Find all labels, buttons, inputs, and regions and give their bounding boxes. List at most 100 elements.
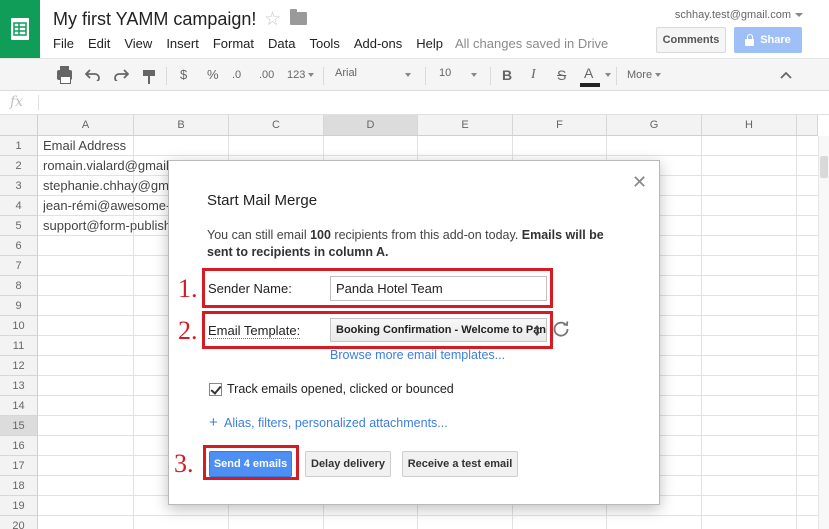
text-color-dropdown[interactable] [602, 66, 611, 82]
row-header[interactable]: 2 [0, 156, 38, 176]
row-header[interactable]: 14 [0, 396, 38, 416]
row-header[interactable]: 15 [0, 416, 38, 436]
column-header-e[interactable]: E [418, 115, 513, 136]
row-header[interactable]: 4 [0, 196, 38, 216]
browse-templates-link[interactable]: Browse more email templates... [330, 348, 505, 362]
font-family-value: Arial [335, 67, 358, 79]
gridline [701, 136, 702, 529]
more-formats-button[interactable]: 123 [287, 67, 315, 83]
row-header[interactable]: 13 [0, 376, 38, 396]
menu-insert[interactable]: Insert [159, 36, 206, 52]
track-emails-label[interactable]: Track emails opened, clicked or bounced [227, 382, 454, 396]
column-header-h[interactable]: H [702, 115, 797, 136]
account-email[interactable]: schhay.test@gmail.com [675, 9, 791, 21]
info-middle: recipients from this add-on today. [330, 228, 522, 242]
email-template-select[interactable]: Booking Confirmation - Welcome to Panda … [330, 318, 547, 342]
row-header[interactable]: 18 [0, 476, 38, 496]
spreadsheet-app: My first YAMM campaign! ☆ File Edit View… [0, 0, 829, 529]
redo-icon[interactable] [113, 69, 129, 81]
cell-a2[interactable]: romain.vialard@gmail.c [43, 156, 168, 176]
column-header-b[interactable]: B [134, 115, 229, 136]
row-header[interactable]: 1 [0, 136, 38, 156]
percent-format-button[interactable]: % [207, 67, 219, 83]
plus-icon[interactable]: + [209, 415, 218, 430]
row-header[interactable]: 11 [0, 336, 38, 356]
menu-add-ons[interactable]: Add-ons [347, 36, 409, 52]
row-header[interactable]: 7 [0, 256, 38, 276]
menu-file[interactable]: File [46, 36, 81, 52]
folder-icon[interactable] [290, 9, 307, 25]
cell-a5[interactable]: support@form-publishe [43, 216, 168, 236]
row-header[interactable]: 5 [0, 216, 38, 236]
strikethrough-button[interactable]: S [557, 67, 566, 83]
undo-icon[interactable] [85, 69, 101, 81]
sheets-logo-icon [11, 18, 29, 40]
send-emails-button[interactable]: Send 4 emails [209, 451, 292, 477]
step-1-marker: 1. [178, 274, 198, 303]
test-email-button[interactable]: Receive a test email [402, 451, 518, 477]
cell-a1[interactable]: Email Address [43, 136, 233, 156]
refresh-icon[interactable] [551, 319, 571, 339]
row-header[interactable]: 20 [0, 516, 38, 529]
more-button[interactable]: More [627, 67, 662, 83]
delay-delivery-button[interactable]: Delay delivery [305, 451, 391, 477]
row-header[interactable]: 6 [0, 236, 38, 256]
share-label: Share [760, 34, 791, 46]
bold-button[interactable]: B [502, 67, 512, 83]
font-size-select[interactable]: 10 [439, 67, 477, 79]
comments-button[interactable]: Comments [656, 27, 726, 53]
menu-data[interactable]: Data [261, 36, 302, 52]
column-header-partial[interactable] [797, 115, 818, 136]
save-status: All changes saved in Drive [455, 36, 609, 51]
menu-edit[interactable]: Edit [81, 36, 117, 52]
info-count: 100 [310, 228, 331, 242]
chevron-up-icon[interactable] [780, 71, 792, 79]
paint-format-icon[interactable] [143, 70, 155, 84]
menu-tools[interactable]: Tools [302, 36, 346, 52]
text-color-button[interactable]: A [584, 65, 593, 81]
row-header[interactable]: 3 [0, 176, 38, 196]
row-header[interactable]: 16 [0, 436, 38, 456]
menu-format[interactable]: Format [206, 36, 261, 52]
increase-decimals-button[interactable]: .00 [259, 67, 274, 83]
close-icon[interactable]: ✕ [632, 173, 647, 191]
column-header-a[interactable]: A [38, 115, 134, 136]
row-header[interactable]: 8 [0, 276, 38, 296]
cell-a3[interactable]: stephanie.chhay@gma [43, 176, 168, 196]
account-chevron-down-icon[interactable] [795, 13, 803, 17]
italic-button[interactable]: I [531, 67, 536, 83]
currency-format-button[interactable]: $ [180, 67, 187, 83]
cell-a4[interactable]: jean-rémi@awesome-t [43, 196, 168, 216]
row-header[interactable]: 10 [0, 316, 38, 336]
star-icon[interactable]: ☆ [264, 8, 281, 31]
font-family-select[interactable]: Arial [335, 67, 411, 79]
font-size-value: 10 [439, 67, 452, 79]
chevron-down-icon [405, 73, 411, 77]
decrease-decimals-button[interactable]: .0 [232, 67, 241, 83]
column-header-f[interactable]: F [513, 115, 607, 136]
row-header[interactable]: 17 [0, 456, 38, 476]
sheets-logo[interactable] [0, 0, 40, 58]
menu-help[interactable]: Help [409, 36, 450, 52]
advanced-options-link[interactable]: Alias, filters, personalized attachments… [224, 416, 448, 430]
column-header-d[interactable]: D [324, 115, 418, 136]
formula-bar[interactable]: fx [0, 91, 829, 115]
menu-view[interactable]: View [117, 36, 159, 52]
select-all-corner[interactable] [0, 115, 38, 136]
print-icon[interactable] [57, 66, 72, 84]
column-header-g[interactable]: G [607, 115, 702, 136]
sender-name-input[interactable] [330, 276, 547, 301]
column-header-c[interactable]: C [229, 115, 324, 136]
document-title[interactable]: My first YAMM campaign! [53, 9, 256, 30]
track-emails-checkbox[interactable] [209, 383, 222, 396]
row-header[interactable]: 19 [0, 496, 38, 516]
row-header[interactable]: 12 [0, 356, 38, 376]
scrollbar-thumb[interactable] [820, 156, 828, 178]
row-header[interactable]: 9 [0, 296, 38, 316]
vertical-scrollbar[interactable] [818, 136, 829, 529]
select-arrows-icon [534, 325, 541, 336]
share-button[interactable]: Share [734, 27, 802, 53]
chevron-down-icon [308, 73, 315, 78]
step-3-marker: 3. [174, 449, 194, 478]
toolbar-divider [166, 67, 167, 85]
